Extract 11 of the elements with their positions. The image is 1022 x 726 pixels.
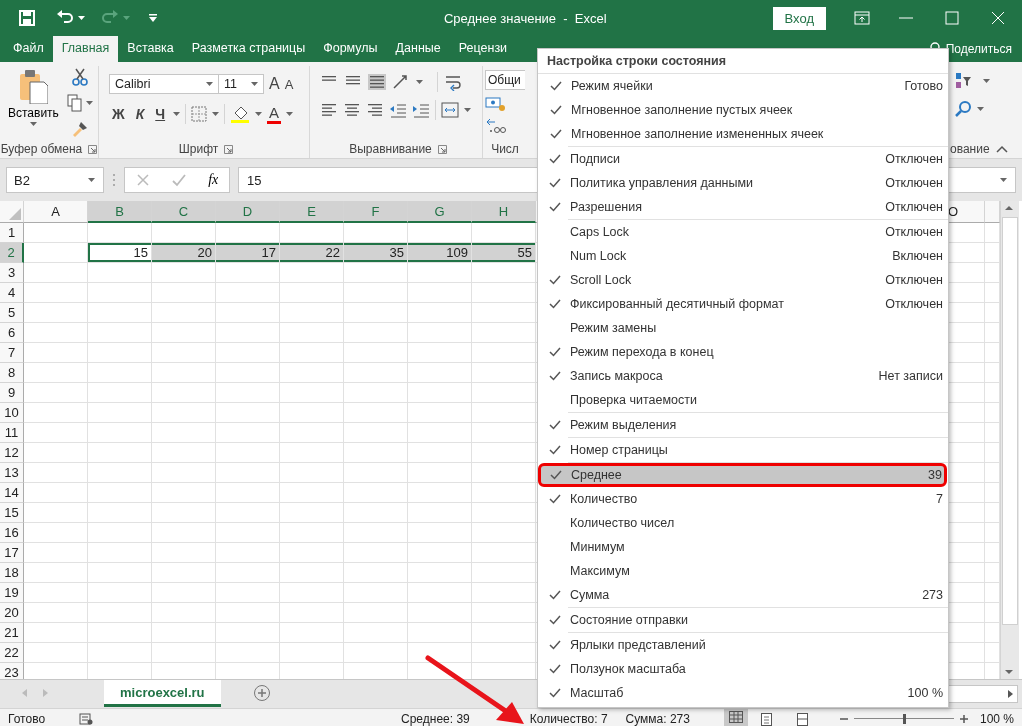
group-label: ование (950, 142, 990, 156)
group-label: Выравнивание (349, 142, 432, 156)
count-text: Количество: 7 (529, 711, 608, 726)
group-label: Шрифт (178, 142, 219, 156)
sum-text: Сумма: 273 (625, 711, 690, 726)
average-text: Среднее: 39 (401, 711, 470, 726)
cell-mode-text: Готово (8, 711, 46, 726)
group-label: Числ (491, 142, 519, 156)
group-label: Буфер обмена (0, 142, 83, 156)
window-title: Среднее значение - Excel (442, 10, 608, 26)
menu-title: Настройка строки состояния (538, 49, 948, 74)
